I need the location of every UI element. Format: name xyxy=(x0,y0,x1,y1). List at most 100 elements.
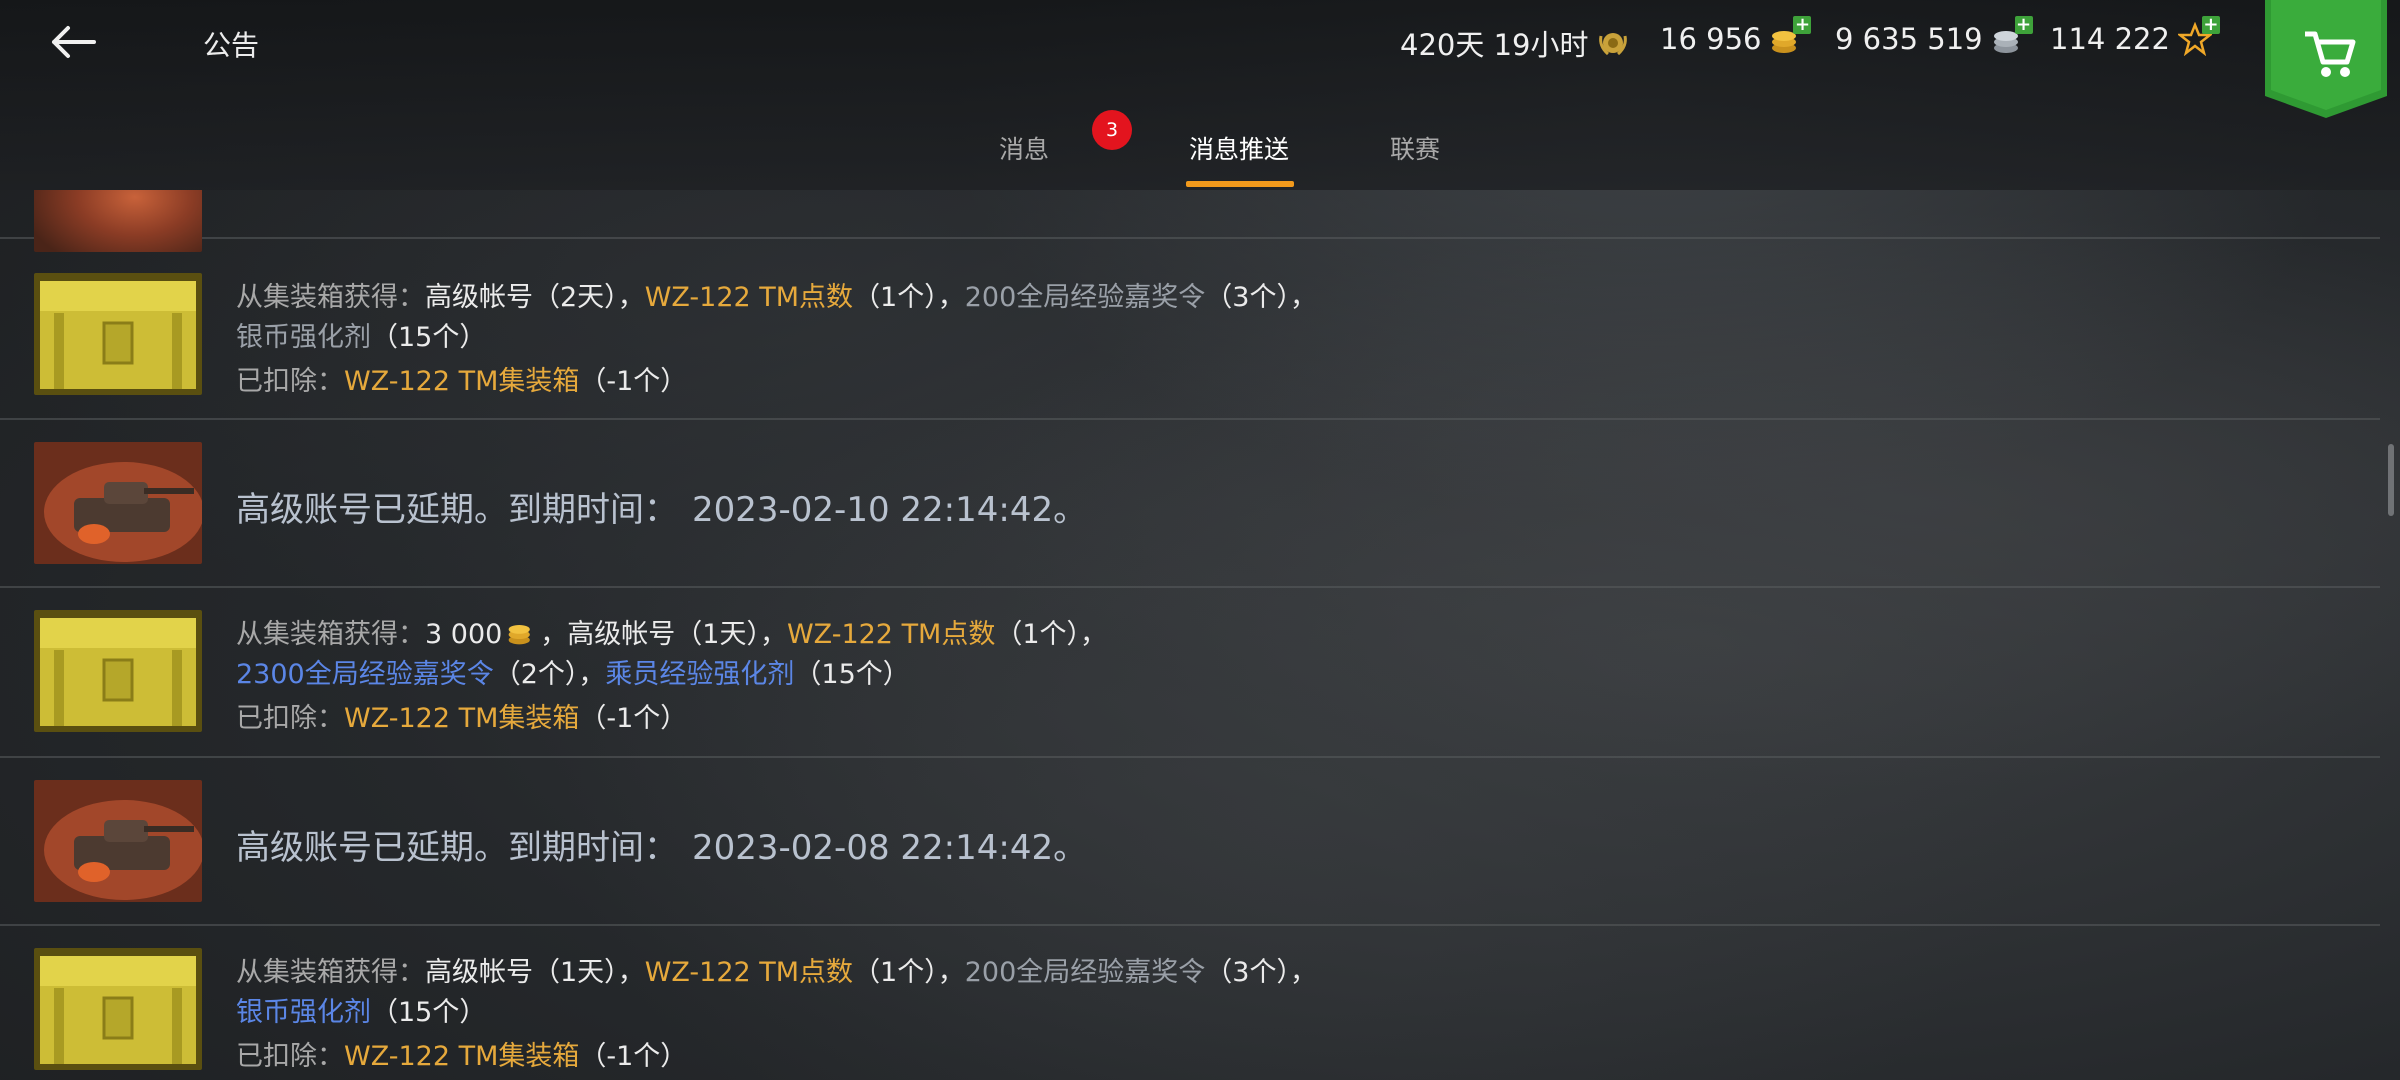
expiry-date: 2023-02-10 22:14:42。 xyxy=(692,490,1088,530)
add-gold-plus-icon[interactable]: + xyxy=(1793,16,1812,34)
tank-thumbnail xyxy=(34,442,202,564)
message-line1: 从集装箱获得：3 000 ，高级帐号（1天），WZ-122 TM点数（1个）， xyxy=(236,612,1107,654)
message-text: （2个） xyxy=(493,659,579,690)
laurel-medal-icon xyxy=(1596,26,1630,60)
add-xp-plus-icon[interactable]: + xyxy=(2201,16,2220,34)
tank-thumbnail xyxy=(34,190,202,252)
message-text: 从集装箱获得： xyxy=(236,282,425,313)
item-name: WZ-122 TM点数 xyxy=(644,957,854,988)
message-text: 高级帐号（1天） xyxy=(567,619,760,650)
scrollbar[interactable] xyxy=(2388,444,2394,516)
premium-time[interactable]: 420天 19小时 xyxy=(1400,22,1630,64)
gold-balance[interactable]: 16 956 + xyxy=(1660,16,1812,56)
message-text: ， xyxy=(617,957,645,988)
message-line2: 银币强化剂（15个） xyxy=(236,315,486,354)
gold-coins-icon: + xyxy=(1769,16,1812,56)
tab-push-notifications[interactable]: 消息推送 xyxy=(1189,130,1289,166)
message-line2: 2300全局经验嘉奖令（2个），乘员经验强化剂（15个） xyxy=(236,652,910,691)
tank-thumbnail xyxy=(34,780,202,902)
premium-extended-text: 高级账号已延期。到期时间： 2023-02-10 22:14:42。 xyxy=(236,482,1087,531)
crate-thumbnail xyxy=(34,948,202,1070)
message-line3: 已扣除：WZ-122 TM集装箱（-1个） xyxy=(236,359,687,398)
top-bar: 公告 420天 19小时 16 956 + 9 635 519 + 114 22… xyxy=(0,0,2400,190)
gold-coins-icon xyxy=(506,617,536,654)
message-text: ， xyxy=(937,957,965,988)
message-text: （1个） xyxy=(853,282,938,313)
item-name: 200全局经验嘉奖令 xyxy=(964,282,1206,313)
tab-messages[interactable]: 消息 xyxy=(999,130,1049,166)
message-text: ， xyxy=(578,659,606,690)
active-tab-indicator xyxy=(1186,181,1294,187)
message-text: ， xyxy=(617,282,645,313)
message-text: （15个） xyxy=(794,659,910,690)
item-name: WZ-122 TM集装箱 xyxy=(344,366,580,397)
item-name: WZ-122 TM集装箱 xyxy=(344,1041,580,1072)
message-text: （-1个） xyxy=(579,366,688,397)
back-button[interactable] xyxy=(48,18,104,66)
tab-bar: 消息 消息推送 联赛 xyxy=(0,130,2400,190)
credits-value: 9 635 519 xyxy=(1835,22,1983,56)
item-name: WZ-122 TM集装箱 xyxy=(344,703,580,734)
silver-coins-icon: + xyxy=(1991,16,2033,56)
message-text: 3 000 xyxy=(425,619,503,650)
star-icon: + xyxy=(2176,16,2220,57)
free-xp-value: 114 222 xyxy=(2050,22,2170,56)
item-name: 2300全局经验嘉奖令 xyxy=(236,659,494,690)
premium-extended-message: 高级账号已延期。到期时间： 2023-02-10 22:14:42。 xyxy=(0,418,2380,588)
message-text: （3个） xyxy=(1205,282,1290,313)
add-credits-plus-icon[interactable]: + xyxy=(2014,16,2033,34)
message-text: （15个） xyxy=(371,997,487,1028)
message-text: （15个） xyxy=(371,322,487,353)
shop-cart-button[interactable] xyxy=(2265,0,2387,118)
message-text: ， xyxy=(1080,619,1108,650)
premium-time-value: 420天 19小时 xyxy=(1400,28,1589,62)
message-text: ， xyxy=(1289,282,1317,313)
premium-extended-text: 高级账号已延期。到期时间： 2023-02-08 22:14:42。 xyxy=(236,820,1087,869)
crate-thumbnail xyxy=(34,610,202,732)
message-text: （1个） xyxy=(853,957,938,988)
item-name: 银币强化剂 xyxy=(236,997,371,1028)
message-text: 已扣除： xyxy=(236,1041,344,1072)
message-text: 高级帐号（1天） xyxy=(425,957,618,988)
message-text: （3个） xyxy=(1205,957,1290,988)
expiry-date: 2023-02-08 22:14:42。 xyxy=(692,828,1088,868)
page-title: 公告 xyxy=(203,29,260,62)
item-name: 200全局经验嘉奖令 xyxy=(964,957,1206,988)
message-text: 从集装箱获得： xyxy=(236,619,425,650)
premium-extended-message: 高级账号已延期。到期时间： 2023-02-08 22:14:42。 xyxy=(0,756,2380,926)
credits-balance[interactable]: 9 635 519 + xyxy=(1835,16,2033,56)
message-text: （-1个） xyxy=(579,1041,688,1072)
message-text: （-1个） xyxy=(579,703,688,734)
message-text: ， xyxy=(540,619,568,650)
message-text: 高级账号已延期。到期时间： xyxy=(236,490,678,530)
message-text: ， xyxy=(937,282,965,313)
message-text: 已扣除： xyxy=(236,703,344,734)
crate-reward-message: 从集装箱获得：高级帐号（2天），WZ-122 TM点数（1个），200全局经验嘉… xyxy=(0,249,2380,420)
message-text: 高级账号已延期。到期时间： xyxy=(236,828,678,868)
item-name: WZ-122 TM点数 xyxy=(644,282,854,313)
free-xp-balance[interactable]: 114 222 + xyxy=(2050,16,2220,57)
list-item xyxy=(0,190,2380,252)
item-name: 乘员经验强化剂 xyxy=(605,659,795,690)
tab-league[interactable]: 联赛 xyxy=(1390,130,1440,166)
message-line1: 从集装箱获得：高级帐号（2天），WZ-122 TM点数（1个），200全局经验嘉… xyxy=(236,275,1317,314)
message-line1: 从集装箱获得：高级帐号（1天），WZ-122 TM点数（1个），200全局经验嘉… xyxy=(236,950,1317,989)
back-arrow-icon xyxy=(52,26,96,58)
item-name: WZ-122 TM点数 xyxy=(786,619,996,650)
unread-badge: 3 xyxy=(1092,110,1132,150)
message-text: 高级帐号（2天） xyxy=(425,282,618,313)
gold-value: 16 956 xyxy=(1660,22,1762,56)
cart-icon xyxy=(2265,0,2387,118)
message-text: （1个） xyxy=(995,619,1081,650)
message-text: 已扣除： xyxy=(236,366,344,397)
message-line3: 已扣除：WZ-122 TM集装箱（-1个） xyxy=(236,696,687,735)
message-line2: 银币强化剂（15个） xyxy=(236,990,486,1029)
crate-thumbnail xyxy=(34,273,202,395)
notification-list[interactable]: 从集装箱获得：高级帐号（2天），WZ-122 TM点数（1个），200全局经验嘉… xyxy=(0,190,2390,1080)
crate-reward-message: 从集装箱获得：3 000 ，高级帐号（1天），WZ-122 TM点数（1个）， 23… xyxy=(0,586,2380,758)
crate-reward-message: 从集装箱获得：高级帐号（1天），WZ-122 TM点数（1个），200全局经验嘉… xyxy=(0,924,2380,1080)
message-text: ， xyxy=(1289,957,1317,988)
item-name: 银币强化剂 xyxy=(236,322,371,353)
message-text: ， xyxy=(759,619,787,650)
message-text: 从集装箱获得： xyxy=(236,957,425,988)
